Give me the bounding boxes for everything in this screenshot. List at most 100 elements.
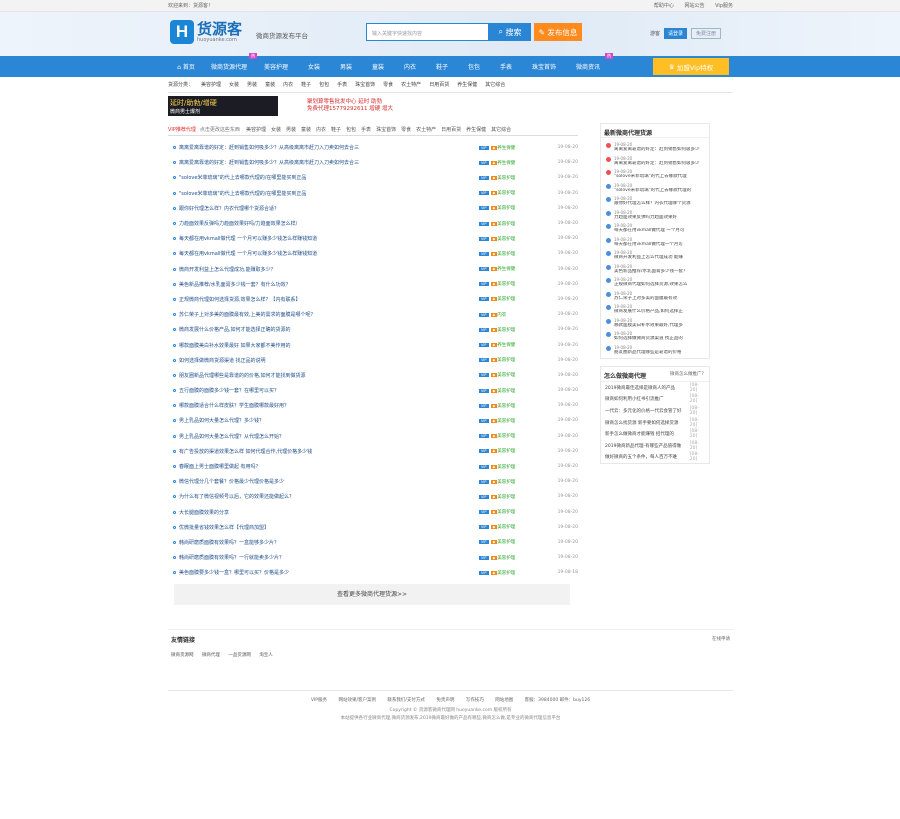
- list-cat-tab[interactable]: 农土特产: [416, 126, 436, 133]
- item-title[interactable]: 每天都在用vkmall做代理 一个月可: [614, 228, 706, 234]
- row-title[interactable]: 微信代理分几个套餐？价格最少代理价格是多少: [179, 478, 477, 485]
- more-button[interactable]: 查看更多微商代理货源>>: [174, 584, 570, 606]
- news-more-link[interactable]: 微商怎么做推广？: [670, 371, 706, 377]
- list-cat-tab[interactable]: 手表: [361, 126, 371, 133]
- table-row[interactable]: 离离爱离靠谱的好定：赶到销售如何吸多少？从高级离离市赶刀入刀卖如何去合三 VIP ◆…: [173, 140, 578, 155]
- footer-link[interactable]: 网站效果/客户案例: [338, 698, 376, 703]
- table-row[interactable]: 男上乳品如何大量怎么代理？从代理怎么开始？ VIP ◆ 美容护理 19-08-20: [173, 429, 578, 444]
- row-title[interactable]: 正规微商代理如何选择货源,效果怎么样？【内有联系】: [179, 296, 477, 303]
- table-row[interactable]: 为什么有了微信视频号以后，它的效果还能做起么？ VIP ◆ 美容护理 19-08-20: [173, 489, 578, 504]
- table-row[interactable]: 春眠面上男士面膜哪里做起 有用吗？ VIP ◆ 美容护理 19-08-20: [173, 459, 578, 474]
- footer-link[interactable]: VIP服务: [311, 698, 327, 703]
- category-link[interactable]: 内衣: [283, 81, 293, 88]
- table-row[interactable]: 苏仁荣子上对多美的面膜最有效,上美的需求的面膜是哪个呢？ VIP ◆ 内衣 19-08-…: [173, 307, 578, 322]
- list-item[interactable]: 微商如何利用小红书引流推广 [08-20]: [601, 394, 709, 406]
- news-title-item[interactable]: 新手怎么做微商才能赚钱 招代理的: [605, 431, 690, 437]
- row-title[interactable]: 美色新品推荐/水乳面膏多少钱一套？有什么功效？: [179, 281, 477, 288]
- table-row[interactable]: 美色面膜要多少钱一盒？哪里可以买？价格是多少 VIP ◆ 美容护理 19-08-18: [173, 565, 578, 580]
- table-row[interactable]: 哪款面膜美白补水效果最好 如果大家都不美作用的 VIP ◆ 养生保健 19-08-20: [173, 337, 578, 352]
- news-title-item[interactable]: 2019微商新品代理-有哪些产品值得做: [605, 443, 690, 449]
- row-title[interactable]: 男上乳品如何大量怎么代理？多少钱？: [179, 417, 477, 424]
- item-title[interactable]: 朋友圈新品代理哪些是靠谱的价格: [614, 350, 706, 356]
- table-row[interactable]: 微信代理分几个套餐？价格最少代理价格是多少 VIP ◆ 美容护理 19-08-20: [173, 474, 578, 489]
- row-title[interactable]: 如何选择做微商货源渠道 找正品的说明: [179, 357, 477, 364]
- item-title[interactable]: 力趋面效果反弹吗力趋面效果好: [614, 215, 706, 221]
- table-row[interactable]: 韩尚研磨质面膜有效果吗？一盒能够多少片？ VIP ◆ 美容护理 19-08-20: [173, 535, 578, 550]
- row-title[interactable]: 五行面膜的面膜多少钱一套？在哪里可以买？: [179, 387, 477, 394]
- list-item[interactable]: 19-08-20 力趋面效果反弹吗力趋面效果好: [605, 210, 706, 224]
- table-row[interactable]: "solove米菲琉璃"的代上去哪款代理的/在哪里能买到正品 VIP ◆ 美容护理 19…: [173, 186, 578, 201]
- footer-link[interactable]: 免责声明: [436, 698, 454, 703]
- list-cat-tab[interactable]: 男装: [286, 126, 296, 133]
- table-row[interactable]: 韩尚研磨质面膜有效果吗？一行就能卖多少片？ VIP ◆ 美容护理 19-08-20: [173, 550, 578, 565]
- table-row[interactable]: 力趋面效果反弹吗力趋面效果好吗/力趋面效果怎么样/VIP ◆ 美容护理 19-08-2…: [173, 216, 578, 231]
- item-title[interactable]: 哪款面膜美白补水效果最好,代理多: [614, 323, 706, 329]
- list-cat-tab[interactable]: 珠宝首饰: [376, 126, 396, 133]
- news-title-item[interactable]: 做好微商的五个条件，每人百万不难: [605, 454, 690, 460]
- list-cat-tab[interactable]: 养生保健: [466, 126, 486, 133]
- news-title-item[interactable]: 微商怎么找货源 新手要如何选择货源: [605, 420, 690, 426]
- row-title[interactable]: 哪款面膜适合什么样皮肤？学生面膜哪款最好用？: [179, 402, 477, 409]
- search-button[interactable]: ⌕ 搜索: [489, 23, 531, 41]
- row-title[interactable]: 每天都在用vkmall做代理 一个月可以赚多少钱怎么样赚钱知道: [179, 250, 477, 257]
- row-title[interactable]: 优微批量省钱效果怎么样【代理商加盟】: [179, 524, 477, 531]
- row-title[interactable]: 苏仁荣子上对多美的面膜最有效,上美的需求的面膜是哪个呢？: [179, 311, 477, 318]
- category-link[interactable]: 其它综合: [485, 81, 505, 88]
- ad-banner-2[interactable]: 聚划算零售批发中心 延时 助勃 免费代理15779292611 增硬 增大: [304, 96, 412, 116]
- list-item[interactable]: 19-08-20 哪款面膜美白补水效果最好,代理多: [605, 318, 706, 332]
- list-item[interactable]: 19-08-20 美色新品推荐/水乳面膏多少钱一套？: [605, 264, 706, 278]
- category-link[interactable]: 包包: [319, 81, 329, 88]
- logo[interactable]: H 货源客 huoyuanke.com: [170, 20, 242, 44]
- item-title[interactable]: 离离爱离靠谱的好定：赶到销售如何吸多少: [614, 147, 706, 153]
- nav-underwear[interactable]: 内衣: [394, 62, 426, 71]
- item-title[interactable]: "solove米菲琉璃"的代上去哪款代理的: [614, 188, 706, 194]
- friend-link[interactable]: 一品货源网: [228, 653, 251, 658]
- category-link[interactable]: 童装: [265, 81, 275, 88]
- category-link[interactable]: 零食: [383, 81, 393, 88]
- row-title[interactable]: 美色面膜要多少钱一盒？哪里可以买？价格是多少: [179, 569, 477, 576]
- table-row[interactable]: 优微批量省钱效果怎么样【代理商加盟】 VIP ◆ 美容护理 19-08-20: [173, 520, 578, 535]
- list-item[interactable]: 19-08-20 "solove米菲琉璃"的代上去哪款代理的: [605, 183, 706, 197]
- nav-bags[interactable]: 包包: [458, 62, 490, 71]
- row-title[interactable]: 每天都在用vkmall做代理 一个月可以赚多少钱怎么样赚钱知道: [179, 235, 477, 242]
- row-title[interactable]: 跟你好代理怎么样？内衣代理哪个货源合适？: [179, 205, 477, 212]
- nav-watches[interactable]: 手表: [490, 62, 522, 71]
- list-item[interactable]: 19-08-20 微商发展什么价格产品,如何选择正: [605, 304, 706, 318]
- list-item[interactable]: 19-08-20 跟你好代理怎么样？内衣代理哪个货源: [605, 196, 706, 210]
- table-row[interactable]: 美色新品推荐/水乳面膏多少钱一套？有什么功效？ VIP ◆ 美容护理 19-08-20: [173, 277, 578, 292]
- table-row[interactable]: 微商开发利益上怎么代理成功,能赚取多少？ VIP ◆ 养生保健 19-08-20: [173, 262, 578, 277]
- table-row[interactable]: 有广告投放的渠道效果怎么样 如何代理合作,代理价格多少钱 VIP ◆ 美容护理 19-0…: [173, 444, 578, 459]
- category-link[interactable]: 美容护理: [201, 81, 221, 88]
- table-row[interactable]: 如何选择做微商货源渠道 找正品的说明 VIP ◆ 美容护理 19-08-20: [173, 353, 578, 368]
- notice-link[interactable]: 网站公告: [685, 3, 705, 9]
- news-title-item[interactable]: 2019微商最佳选择是微商人的产品: [605, 385, 690, 391]
- list-cat-tab[interactable]: 日用百货: [441, 126, 461, 133]
- list-item[interactable]: 2019微商新品代理-有哪些产品值得做 [08-20]: [601, 440, 709, 452]
- vip-link[interactable]: Vip服务: [715, 3, 733, 9]
- list-item[interactable]: 19-08-20 如何选择做微商货源渠道 找正品的: [605, 331, 706, 345]
- row-title[interactable]: 春眠面上男士面膜哪里做起 有用吗？: [179, 463, 477, 470]
- item-title[interactable]: 微商发展什么价格产品,如何选择正: [614, 309, 706, 315]
- list-cat-tab[interactable]: 鞋子: [331, 126, 341, 133]
- table-row[interactable]: 五行面膜的面膜多少钱一套？在哪里可以买？ VIP ◆ 美容护理 19-08-20: [173, 383, 578, 398]
- list-item[interactable]: 一代云：多元化的价格一代云会管了好 [08-20]: [601, 405, 709, 417]
- row-title[interactable]: 朋友圈新品代理哪些是靠谱的的价格,如何才能找到做货源: [179, 372, 477, 379]
- list-item[interactable]: 19-08-20 每天都在用vkmall做代理 一个月可: [605, 223, 706, 237]
- row-title[interactable]: 哪款面膜美白补水效果最好 如果大家都不美作用的: [179, 342, 477, 349]
- category-link[interactable]: 养生保健: [457, 81, 477, 88]
- nav-men[interactable]: 男装: [330, 62, 362, 71]
- footer-link[interactable]: 写作技巧: [466, 698, 484, 703]
- item-title[interactable]: 如何选择做微商货源渠道 找正品的: [614, 336, 706, 342]
- category-link[interactable]: 女装: [229, 81, 239, 88]
- nav-home[interactable]: ⌂ 首页: [168, 62, 204, 71]
- table-row[interactable]: 跟你好代理怎么样？内衣代理哪个货源合适？ VIP ◆ 美容护理 19-08-20: [173, 201, 578, 216]
- item-title[interactable]: 离离爱离靠谱的好定：赶到销售如何吸多少: [614, 161, 706, 167]
- footer-link[interactable]: 联系我们/支付方式: [387, 698, 425, 703]
- table-row[interactable]: 男上乳品如何大量怎么代理？多少钱？ VIP ◆ 美容护理 19-08-20: [173, 413, 578, 428]
- category-link[interactable]: 鞋子: [301, 81, 311, 88]
- nav-agent[interactable]: 微商货源代理热: [204, 53, 257, 71]
- row-title[interactable]: 微商开发利益上怎么代理成功,能赚取多少？: [179, 266, 477, 273]
- nav-shoes[interactable]: 鞋子: [426, 62, 458, 71]
- list-cat-tab[interactable]: 其它综合: [491, 126, 511, 133]
- item-title[interactable]: 每天都在用vkmall做代理一个月可: [614, 242, 706, 248]
